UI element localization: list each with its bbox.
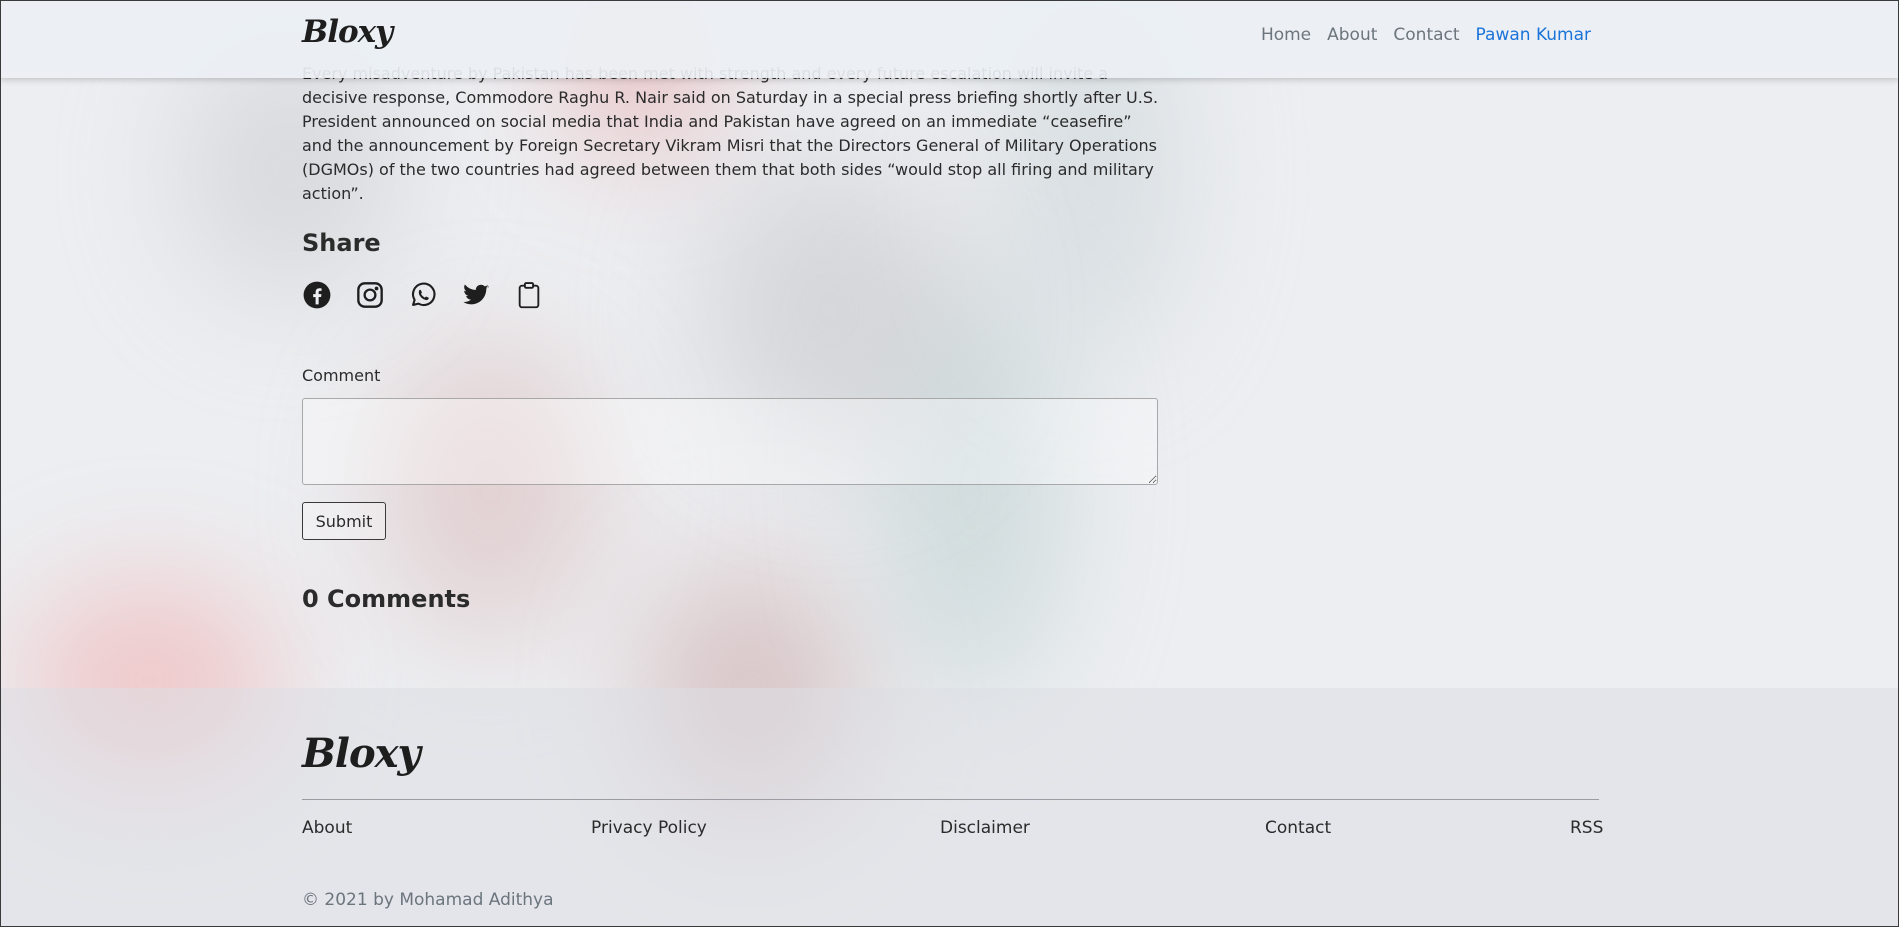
facebook-icon[interactable] [302, 280, 332, 310]
footer-link-privacy-policy[interactable]: Privacy Policy [591, 818, 707, 838]
nav-link-about[interactable]: About [1327, 25, 1377, 45]
comment-textarea[interactable] [302, 398, 1158, 485]
comment-label: Comment [302, 366, 381, 385]
copyright-text: © 2021 by Mohamad Adithya [302, 890, 554, 910]
footer-link-rss[interactable]: RSS [1570, 818, 1603, 838]
footer-link-disclaimer[interactable]: Disclaimer [940, 818, 1030, 838]
navbar: Bloxy Home About Contact Pawan Kumar [0, 0, 1899, 78]
footer-brand-logo[interactable]: Bloxy [302, 730, 421, 777]
nav-link-home[interactable]: Home [1261, 25, 1311, 45]
share-heading: Share [302, 229, 381, 257]
nav-link-user[interactable]: Pawan Kumar [1476, 25, 1591, 45]
footer-link-about[interactable]: About [302, 818, 352, 838]
instagram-icon[interactable] [355, 280, 385, 310]
comments-count-heading: 0 Comments [302, 585, 471, 613]
navbar-brand-logo[interactable]: Bloxy [302, 14, 393, 50]
footer-divider [302, 799, 1599, 800]
twitter-icon[interactable] [461, 280, 491, 310]
nav-links: Home About Contact Pawan Kumar [1261, 25, 1591, 45]
share-icons [302, 280, 544, 310]
clipboard-icon[interactable] [514, 280, 544, 310]
nav-link-contact[interactable]: Contact [1393, 25, 1459, 45]
whatsapp-icon[interactable] [408, 280, 438, 310]
footer: Bloxy About Privacy Policy Disclaimer Co… [0, 688, 1899, 927]
footer-link-contact[interactable]: Contact [1265, 818, 1331, 838]
submit-button[interactable]: Submit [302, 502, 386, 540]
article-body: Every misadventure by Pakistan has been … [302, 64, 1159, 203]
